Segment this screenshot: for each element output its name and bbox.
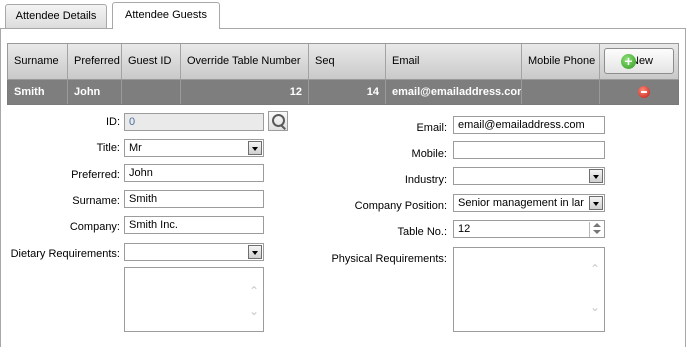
cell-preferred: John bbox=[68, 80, 122, 104]
chevron-down-icon[interactable] bbox=[590, 229, 603, 236]
delete-row-icon[interactable] bbox=[638, 86, 650, 98]
col-seq-header[interactable]: Seq bbox=[309, 44, 386, 79]
grid-header: Surname Preferred Guest ID Override Tabl… bbox=[7, 43, 679, 80]
col-override-table-header[interactable]: Override Table Number bbox=[181, 44, 309, 79]
title-value: Mr bbox=[129, 142, 142, 154]
company-label: Company: bbox=[69, 221, 120, 233]
email-field[interactable]: email@emailaddress.com bbox=[453, 116, 605, 134]
col-guest-id-header[interactable]: Guest ID bbox=[122, 44, 181, 79]
scroll-down-icon[interactable]: ⌄ bbox=[590, 300, 600, 314]
table-row[interactable]: Smith John 12 14 email@emailaddress.com bbox=[7, 80, 679, 105]
title-label: Title: bbox=[96, 142, 120, 154]
new-button[interactable]: + New bbox=[604, 48, 674, 74]
preferred-label: Preferred: bbox=[71, 169, 120, 181]
company-position-label: Company Position: bbox=[354, 200, 447, 212]
scroll-up-icon[interactable]: ⌃ bbox=[590, 262, 600, 276]
industry-label: Industry: bbox=[404, 174, 447, 186]
chevron-up-icon[interactable] bbox=[590, 222, 603, 229]
table-no-value: 12 bbox=[458, 223, 471, 235]
surname-field[interactable]: Smith bbox=[124, 190, 264, 208]
cell-email: email@emailaddress.com bbox=[386, 80, 522, 104]
col-email-header[interactable]: Email bbox=[386, 44, 522, 79]
id-label: ID: bbox=[105, 116, 120, 128]
chevron-down-icon[interactable] bbox=[248, 141, 262, 155]
chevron-down-icon[interactable] bbox=[248, 245, 262, 259]
company-position-value: Senior management in lar bbox=[458, 197, 584, 209]
title-select[interactable]: Mr bbox=[124, 139, 264, 157]
chevron-down-icon[interactable] bbox=[589, 169, 603, 183]
spinner bbox=[589, 222, 603, 237]
tab-attendee-details[interactable]: Attendee Details bbox=[5, 4, 107, 28]
company-field[interactable]: Smith Inc. bbox=[124, 216, 264, 234]
table-no-label: Table No.: bbox=[397, 226, 447, 238]
surname-label: Surname: bbox=[72, 195, 120, 207]
company-position-select[interactable]: Senior management in lar bbox=[453, 194, 605, 212]
chevron-down-icon[interactable] bbox=[589, 196, 603, 210]
cell-surname: Smith bbox=[8, 80, 68, 104]
id-field[interactable]: 0 bbox=[124, 113, 264, 131]
preferred-field[interactable]: John bbox=[124, 164, 264, 182]
tab-attendee-guests[interactable]: Attendee Guests bbox=[112, 2, 220, 29]
cell-mobile bbox=[522, 80, 600, 104]
mobile-field[interactable] bbox=[453, 141, 605, 159]
cell-seq: 14 bbox=[309, 80, 386, 104]
physical-label: Physical Requirements: bbox=[331, 253, 447, 265]
cell-guest-id bbox=[122, 80, 181, 104]
plus-icon: + bbox=[621, 54, 636, 69]
table-no-stepper[interactable]: 12 bbox=[453, 220, 605, 238]
scroll-up-icon[interactable]: ⌃ bbox=[249, 284, 259, 298]
scroll-down-icon[interactable]: ⌄ bbox=[249, 304, 259, 318]
cell-override-table: 12 bbox=[181, 80, 309, 104]
industry-select[interactable] bbox=[453, 167, 605, 185]
email-label: Email: bbox=[416, 122, 447, 134]
col-mobile-header[interactable]: Mobile Phone bbox=[522, 44, 600, 79]
guests-grid: Surname Preferred Guest ID Override Tabl… bbox=[7, 43, 679, 105]
dietary-label: Dietary Requirements: bbox=[10, 248, 120, 260]
tab-bar: Attendee Details Attendee Guests bbox=[0, 0, 686, 29]
dietary-select[interactable] bbox=[124, 243, 264, 261]
mobile-label: Mobile: bbox=[411, 148, 447, 160]
col-surname-header[interactable]: Surname bbox=[8, 44, 68, 79]
search-icon[interactable] bbox=[268, 111, 288, 131]
physical-requirements-textarea[interactable]: ⌃ ⌄ bbox=[453, 247, 605, 332]
col-preferred-header[interactable]: Preferred bbox=[68, 44, 122, 79]
dietary-notes-textarea[interactable]: ⌃ ⌄ bbox=[124, 267, 264, 332]
